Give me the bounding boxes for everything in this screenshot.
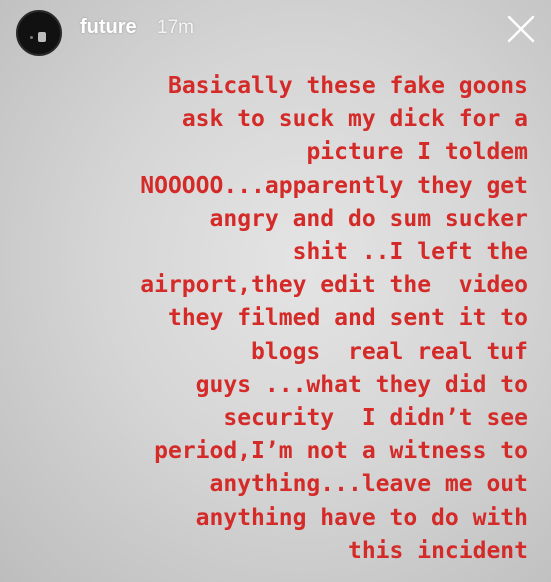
caption-line: NOOOOO...apparently they get (140, 172, 528, 199)
avatar[interactable] (16, 10, 62, 56)
story-caption: Basically these fake goons ask to suck m… (14, 70, 528, 568)
caption-line: Basically these fake goons (167, 73, 528, 99)
caption-line: period,I’m not a witness to (154, 438, 528, 465)
caption-line: security I didn’t see (223, 405, 528, 432)
caption-line: guys ...what they did to (195, 371, 528, 398)
story-viewer[interactable]: future 17m Basically these fake goons as… (0, 0, 551, 582)
story-header: future 17m (0, 0, 551, 60)
username[interactable]: future (80, 16, 137, 39)
caption-line: angry and do sum sucker (209, 205, 529, 232)
avatar-image-detail-dot (30, 36, 33, 39)
close-icon[interactable] (506, 14, 536, 44)
avatar-image-detail (38, 32, 46, 42)
caption-line: shit ..I left the (292, 239, 528, 266)
caption-line: airport,they edit the video (140, 272, 528, 299)
story-timestamp: 17m (157, 17, 194, 38)
caption-line: they filmed and sent it to (167, 305, 528, 332)
caption-line: picture I toldem (306, 139, 528, 166)
caption-line: blogs real real tuf (251, 338, 528, 365)
caption-line: anything have to do with (195, 504, 528, 531)
caption-line: ask to suck my dick for a (181, 106, 528, 133)
caption-line: this incident (347, 537, 528, 564)
caption-line: anything...leave me out (209, 471, 529, 498)
